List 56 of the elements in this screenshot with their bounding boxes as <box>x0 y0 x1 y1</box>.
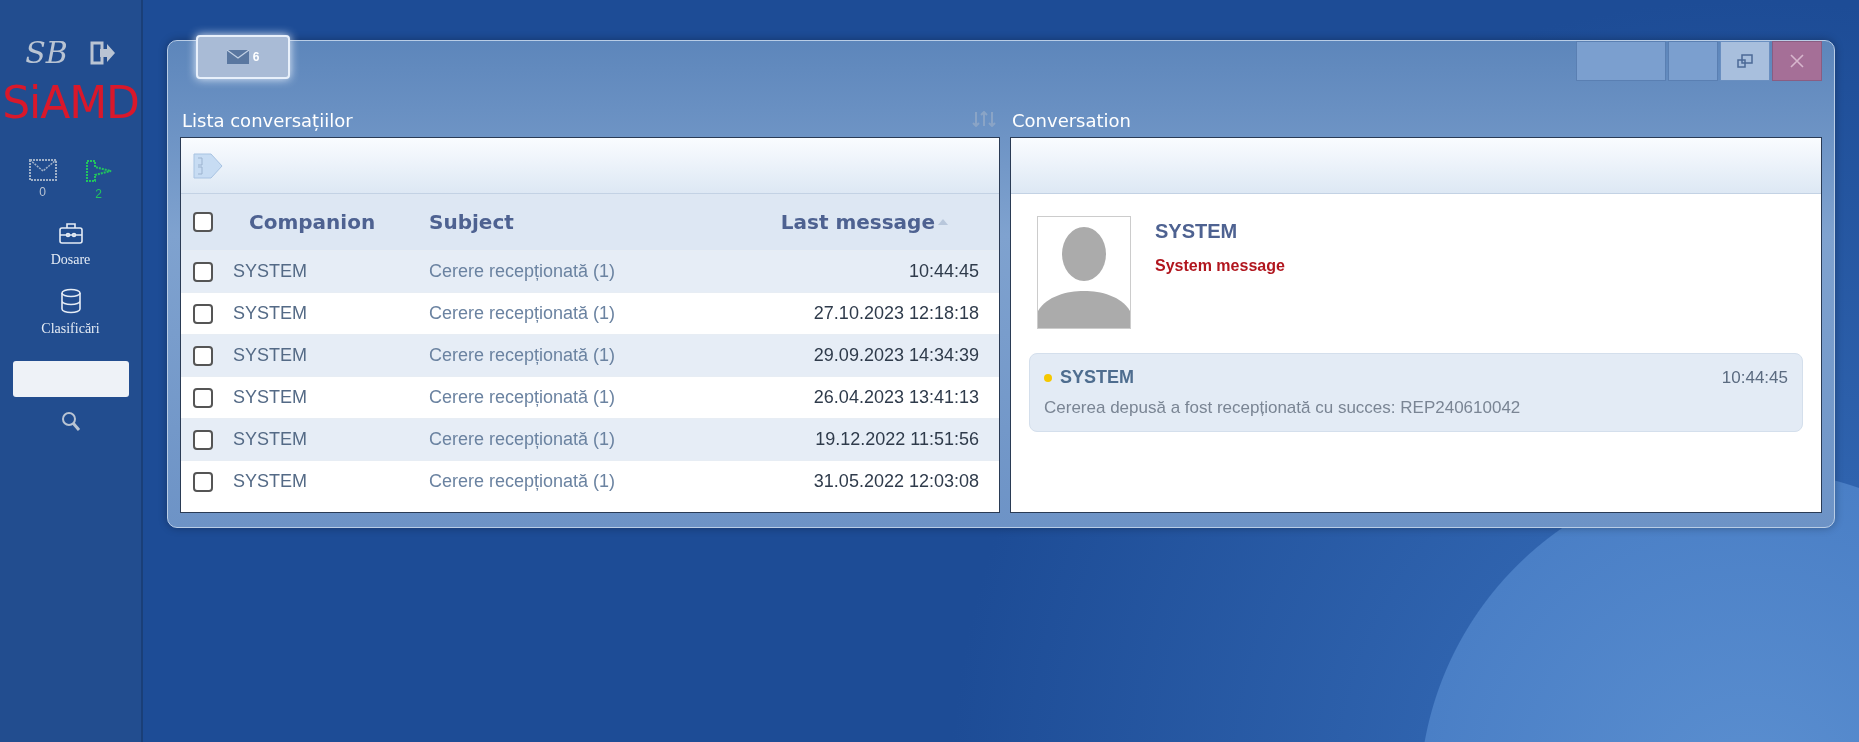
sort-arrow-icon <box>937 218 949 226</box>
message-sender: SYSTEM <box>1060 366 1134 389</box>
panel-title: Lista conversațiilor <box>182 109 353 133</box>
sidebar-item[interactable]: Clasificări <box>41 288 100 339</box>
contact-role: System message <box>1155 256 1285 276</box>
table-cell-text: Cerere recepționată (1) <box>429 260 617 283</box>
table-cell-text: Cerere recepționată (1) <box>429 470 617 493</box>
table-cell-text: SYSTEM <box>233 344 308 367</box>
table-cell-text: SYSTEM <box>233 386 308 409</box>
table-cell-text: Cerere recepționată (1) <box>429 302 617 325</box>
database-icon <box>58 288 83 314</box>
arrow-icon <box>84 159 113 183</box>
checkbox[interactable] <box>193 345 213 366</box>
table-cell-text: 19.12.2022 11:51:56 <box>814 428 979 451</box>
checkbox[interactable] <box>193 303 213 324</box>
table-cell-text: Cerere recepționată (1) <box>429 428 617 451</box>
restore-icon <box>1737 54 1753 68</box>
column-header[interactable]: Subject <box>429 207 699 237</box>
counter: 2 <box>95 186 102 203</box>
table-cell-text: SYSTEM <box>233 470 308 493</box>
table-cell-text: 10:44:45 <box>907 260 979 283</box>
checkbox[interactable] <box>193 429 213 450</box>
checkbox[interactable] <box>193 387 213 408</box>
panel-title: Conversation <box>1012 109 1131 133</box>
table-cell-text: 27.10.2023 12:18:18 <box>812 302 979 325</box>
counter: 0 <box>39 184 46 201</box>
column-header[interactable]: Last message <box>699 207 949 237</box>
sidebar-item[interactable]: Dosare <box>50 221 91 270</box>
logout-icon[interactable] <box>89 40 116 65</box>
table-cell-text: Cerere recepționată (1) <box>429 344 617 367</box>
table-cell-text: SYSTEM <box>233 428 308 451</box>
envelope-icon <box>226 50 249 64</box>
app-logo: SiAMD <box>2 81 139 125</box>
search-icon[interactable] <box>60 411 81 433</box>
message-text: Cererea depusă a fost recepționată cu succes: REP240610042 <box>1044 397 1522 419</box>
message-time: 10:44:45 <box>1721 366 1788 389</box>
checkbox[interactable] <box>193 471 213 492</box>
table-cell-text: SYSTEM <box>233 302 308 325</box>
close-icon <box>1789 53 1805 69</box>
table-row[interactable]: SYSTEM Cerere recepționată (1) 29.09.2023 14:34:39 <box>181 334 999 376</box>
table-cell-text: SYSTEM <box>233 260 308 283</box>
title-bar-slot <box>1668 41 1718 81</box>
contact-name: SYSTEM <box>1155 219 1239 244</box>
briefcase-icon <box>57 221 84 245</box>
table-cell-text: 26.04.2023 13:41:13 <box>812 386 979 409</box>
column-header[interactable]: Companion <box>249 207 429 237</box>
search-field[interactable] <box>12 361 129 397</box>
table-cell-text: Cerere recepționată (1) <box>429 386 617 409</box>
table-cell-text: 29.09.2023 14:34:39 <box>812 344 979 367</box>
checkbox[interactable] <box>193 261 213 282</box>
logo: SB <box>25 34 68 72</box>
checkbox[interactable] <box>193 212 213 232</box>
table-row[interactable]: SYSTEM Cerere recepționată (1) 10:44:45 <box>181 250 999 292</box>
table-row[interactable]: SYSTEM Cerere recepționată (1) 19.12.2022 11:51:56 <box>181 418 999 460</box>
envelope-icon <box>28 159 57 181</box>
table-cell-text: 31.05.2022 12:03:08 <box>812 470 979 493</box>
